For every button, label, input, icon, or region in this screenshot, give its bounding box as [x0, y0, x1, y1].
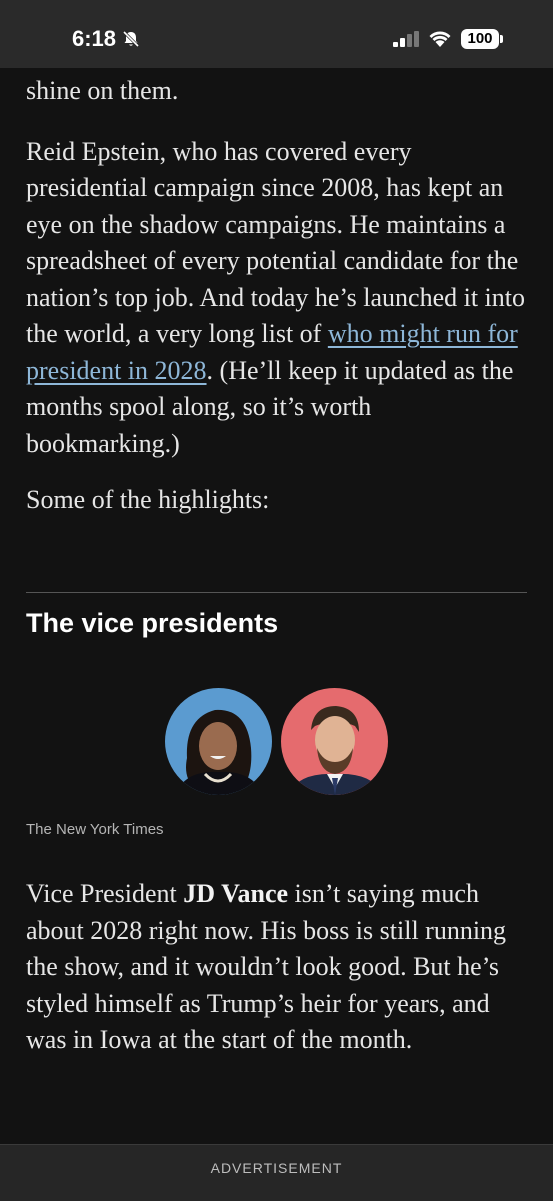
article-paragraph-vance: Vice President JD Vance isn’t saying muc… [26, 876, 530, 1059]
wifi-icon [429, 31, 451, 47]
section-title: The vice presidents [26, 608, 279, 638]
article-paragraph-cut: shine on them. [26, 76, 179, 105]
vice-president-photo-left [165, 688, 272, 795]
article-body: shine on them. Reid Epstein, who has cov… [26, 68, 530, 519]
status-time: 6:18 [72, 26, 117, 51]
article-paragraph-epstein: Reid Epstein, who has covered every pres… [26, 134, 530, 463]
photo-credit: The New York Times [26, 821, 164, 838]
paragraph-text: Reid Epstein, who has covered every pres… [26, 136, 526, 349]
advertisement-label: ADVERTISEMENT [210, 1160, 343, 1176]
highlights-intro: Some of the highlights: [26, 485, 270, 514]
section-divider [26, 592, 527, 593]
status-bar: 6:18 100 [0, 0, 553, 68]
bell-muted-icon [122, 30, 140, 48]
paragraph-text: Vice President [26, 879, 184, 908]
battery-indicator: 100 [461, 29, 499, 49]
vice-president-photo-right [281, 688, 388, 795]
advertisement-bar[interactable]: ADVERTISEMENT [0, 1144, 553, 1201]
cellular-signal-icon [393, 31, 419, 47]
person-name-bold: JD Vance [183, 879, 289, 908]
battery-tip [500, 35, 503, 43]
